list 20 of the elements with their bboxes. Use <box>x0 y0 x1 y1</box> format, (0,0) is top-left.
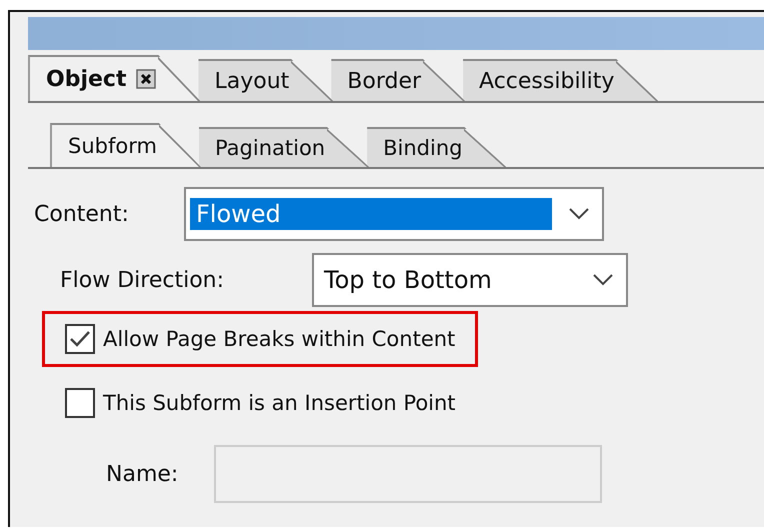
checkbox[interactable] <box>65 324 95 354</box>
dropdown[interactable]: Top to Bottom <box>312 253 628 307</box>
chevron-down-icon <box>592 273 614 287</box>
checkbox-label: This Subform is an Insertion Point <box>103 391 456 415</box>
dropdown[interactable]: Flowed <box>184 187 604 241</box>
field-label: Content: <box>34 202 130 226</box>
check-icon <box>68 329 92 349</box>
chevron-down-icon <box>568 207 590 221</box>
subtab[interactable]: Binding <box>367 127 506 167</box>
tab[interactable]: Border <box>331 59 466 101</box>
tab[interactable]: Object <box>28 55 200 101</box>
field-label: Flow Direction: <box>60 268 226 292</box>
tab[interactable]: Layout <box>198 59 334 101</box>
checkbox[interactable] <box>65 388 95 418</box>
checkbox-label: Allow Page Breaks within Content <box>103 327 456 351</box>
close-icon[interactable] <box>136 69 156 89</box>
field-label: Name: <box>106 462 180 486</box>
subtab[interactable]: Pagination <box>198 127 370 167</box>
tab[interactable]: Accessibility <box>463 59 658 101</box>
subtab[interactable]: Subform <box>50 123 201 167</box>
